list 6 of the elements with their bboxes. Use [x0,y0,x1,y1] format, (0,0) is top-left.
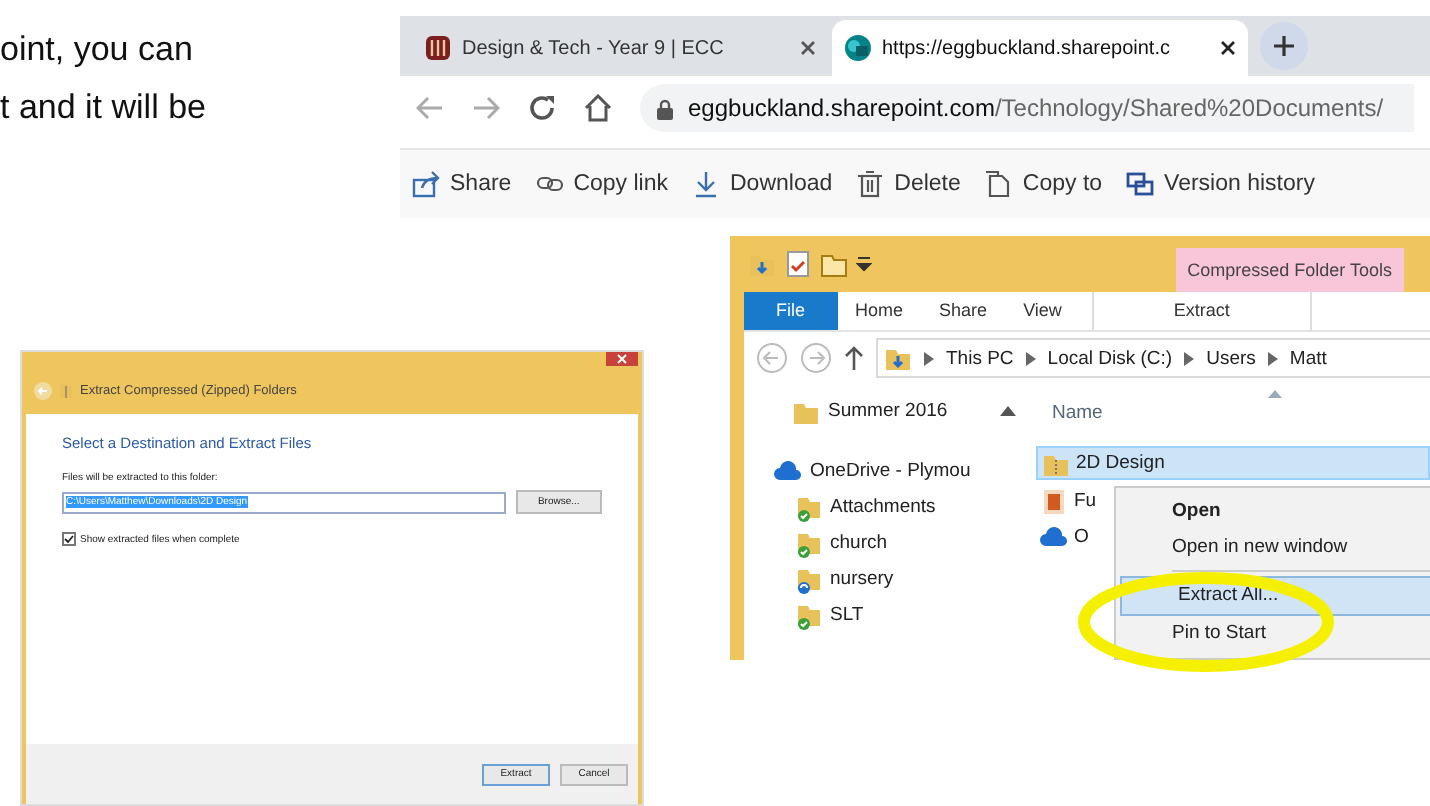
document-text: oint, you can [0,28,193,72]
tab-title: https://eggbuckland.sharepoint.c [882,37,1172,59]
contextual-tab-label: Compressed Folder Tools [1175,248,1404,292]
document-text: t and it will be [0,86,206,130]
url-text: eggbuckland.sharepoint.com/Technology/Shared%20Documents/ [688,94,1384,122]
tab-title: Design & Tech - Year 9 | ECC [462,37,726,59]
